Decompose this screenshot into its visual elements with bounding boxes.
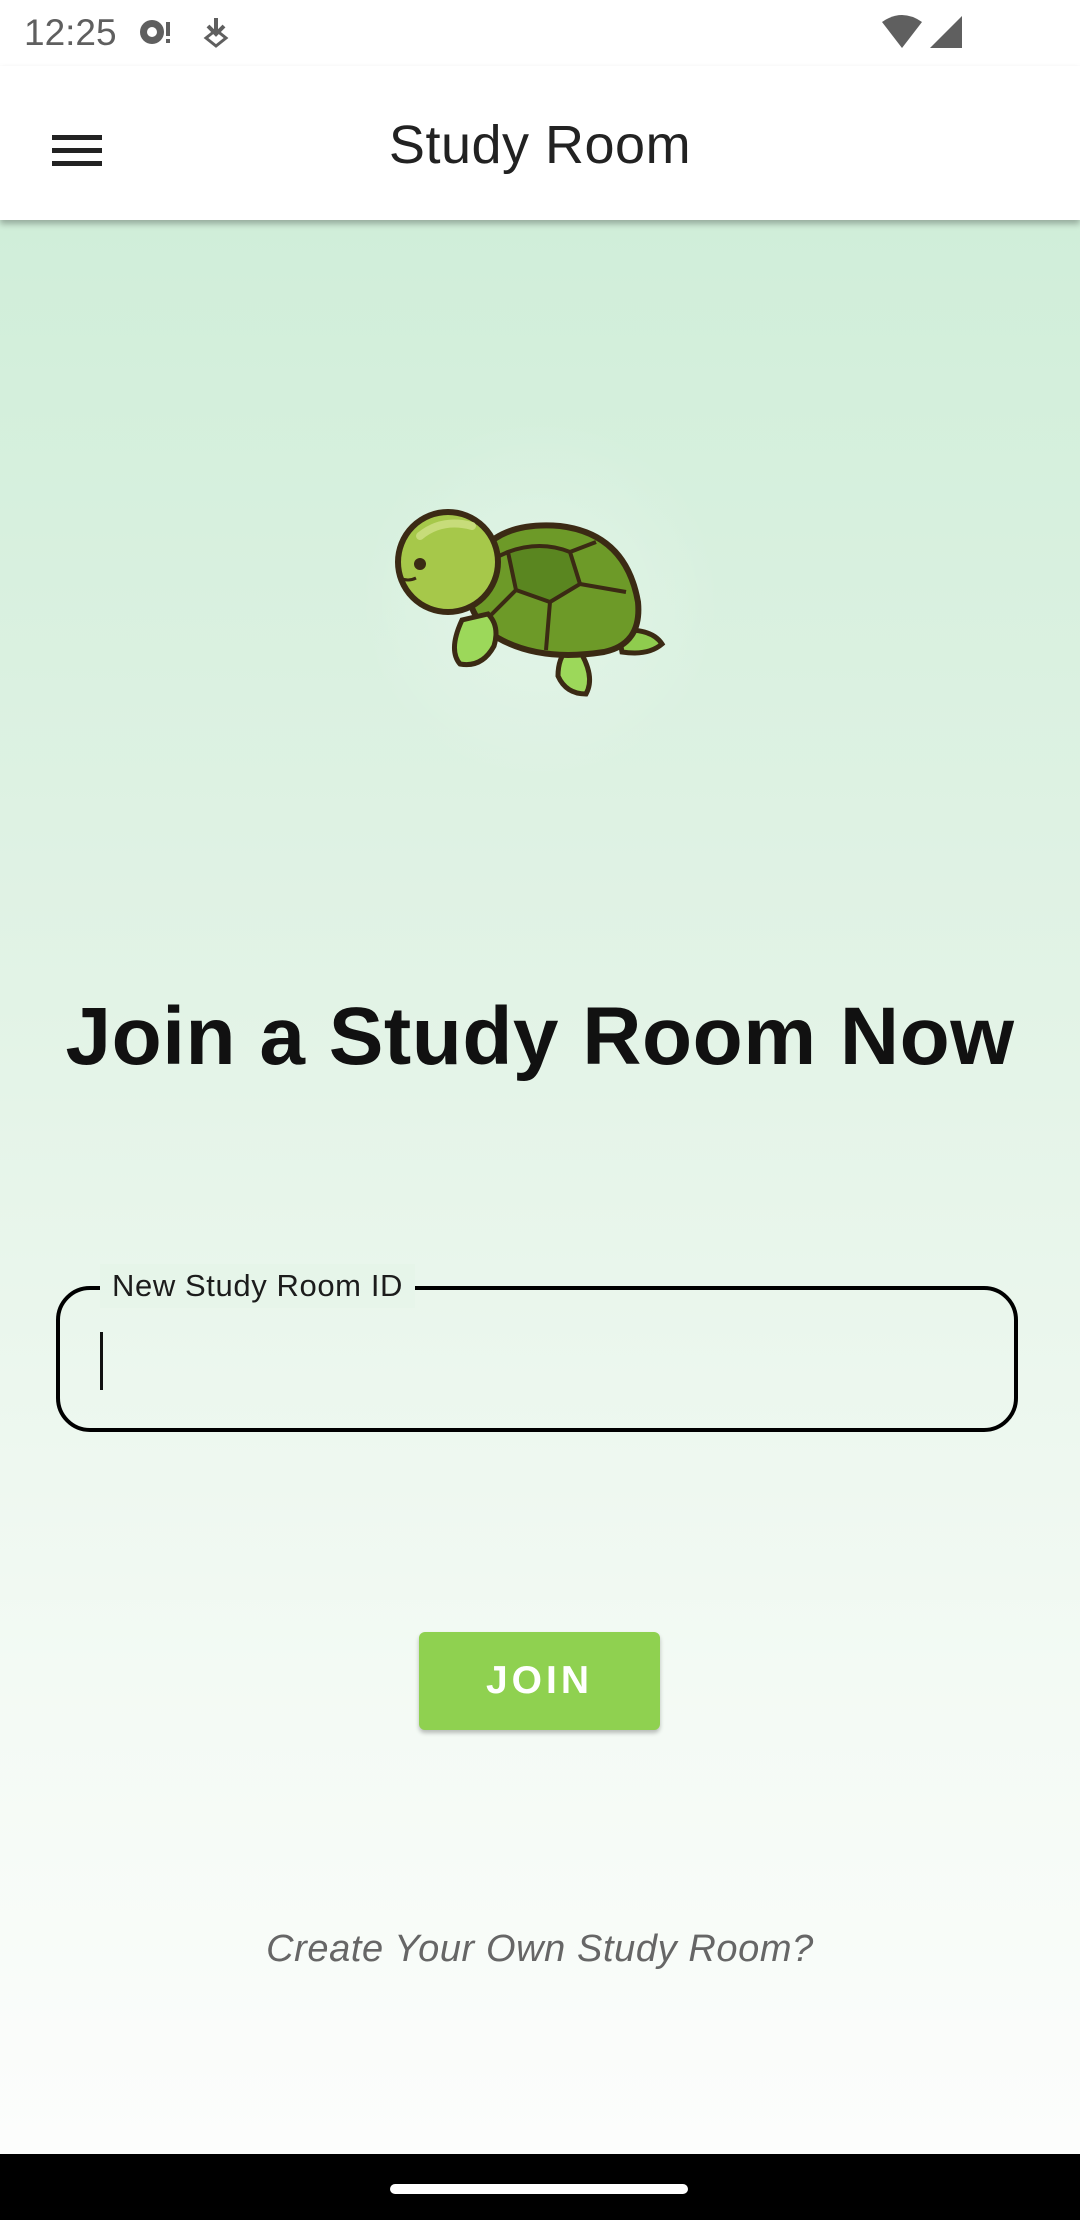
app-bar: Study Room bbox=[0, 66, 1080, 220]
cellular-signal-icon bbox=[928, 14, 964, 55]
main-content: Join a Study Room Now New Study Room ID … bbox=[0, 220, 1080, 2154]
wifi-icon bbox=[880, 14, 924, 55]
download-arrow-icon bbox=[202, 14, 230, 55]
status-bar: 12:25 bbox=[0, 0, 1080, 66]
notification-dot-icon bbox=[136, 14, 176, 55]
app-title: Study Room bbox=[388, 115, 692, 175]
system-nav-bar bbox=[0, 2154, 1080, 2220]
join-button[interactable]: JOIN bbox=[419, 1632, 660, 1730]
room-id-field-label: New Study Room ID bbox=[100, 1264, 416, 1308]
create-room-link[interactable]: Create Your Own Study Room? bbox=[0, 1928, 1080, 1971]
screen: 12:25 Study Room Join a Study Room Now N… bbox=[0, 0, 1080, 2220]
status-time: 12:25 bbox=[24, 12, 117, 53]
turtle-icon bbox=[395, 509, 666, 697]
room-id-input[interactable] bbox=[96, 1310, 980, 1410]
room-id-field[interactable]: New Study Room ID bbox=[56, 1264, 1018, 1432]
turtle-illustration bbox=[340, 400, 740, 800]
home-gesture-handle[interactable] bbox=[390, 2184, 688, 2194]
text-cursor bbox=[100, 1332, 103, 1390]
headline: Join a Study Room Now bbox=[65, 991, 1015, 1082]
